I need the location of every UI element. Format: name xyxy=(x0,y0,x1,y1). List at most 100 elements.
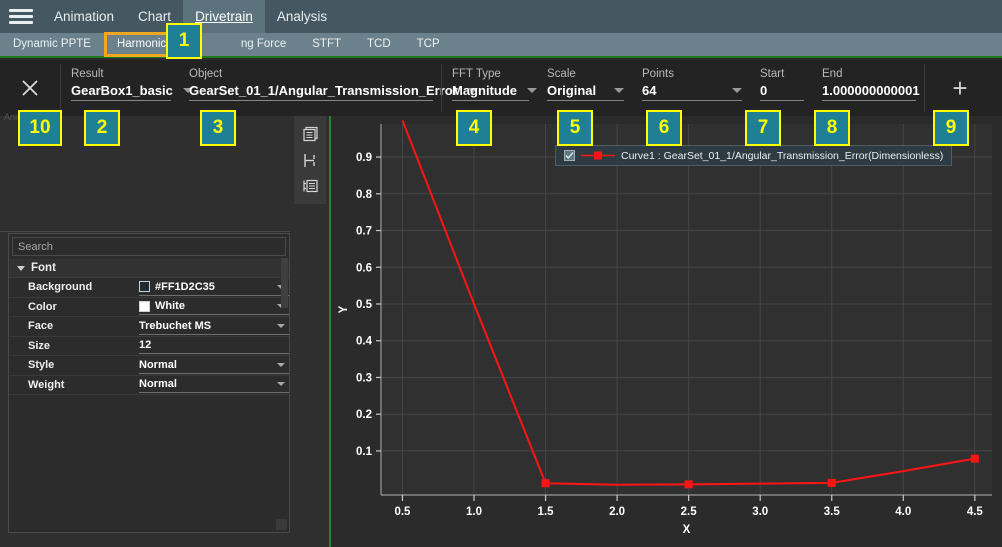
property-value: #FF1D2C35 xyxy=(155,281,215,293)
fft-type-selector[interactable]: FFT Type Magnitude xyxy=(442,60,537,101)
chevron-down-icon[interactable] xyxy=(277,324,285,328)
annotation-badge-1: 1 xyxy=(166,23,202,59)
end-label: End xyxy=(822,68,916,80)
start-label: Start xyxy=(760,68,804,80)
property-row-face[interactable]: Face Trebuchet MS xyxy=(9,317,289,337)
series-marker xyxy=(542,479,550,487)
plot-background xyxy=(381,124,992,495)
x-tick-label: 4.0 xyxy=(895,506,911,518)
y-tick-label: 0.2 xyxy=(356,409,372,421)
menu-item-analysis[interactable]: Analysis xyxy=(265,0,339,33)
x-tick-label: 2.0 xyxy=(609,506,625,518)
plus-icon: + xyxy=(952,75,967,101)
series-marker xyxy=(828,479,836,487)
property-name: Face xyxy=(9,320,139,332)
object-selector[interactable]: Object GearSet_01_1/Angular_Transmission… xyxy=(179,60,441,101)
scale-label: Scale xyxy=(547,68,624,80)
y-tick-label: 0.9 xyxy=(356,152,372,164)
legend-label: Curve1 : GearSet_01_1/Angular_Transmissi… xyxy=(621,150,943,162)
font-properties-grid: Search Font Background #FF1D2C35 Color W… xyxy=(8,233,290,533)
annotation-badge-9: 9 xyxy=(933,110,969,146)
chevron-down-icon xyxy=(614,88,624,93)
end-input[interactable]: End 1.000000000001 xyxy=(812,60,924,101)
annotation-badge-2: 2 xyxy=(84,110,120,146)
chart-plot[interactable]: 0.10.20.30.40.50.60.70.80.90.51.01.52.02… xyxy=(333,116,1002,547)
search-input[interactable]: Search xyxy=(12,237,286,256)
property-row-color[interactable]: Color White xyxy=(9,298,289,318)
resize-handle[interactable] xyxy=(276,519,287,530)
legend-list-icon[interactable] xyxy=(300,176,320,196)
annotation-badge-6: 6 xyxy=(646,110,682,146)
x-axis-title: X xyxy=(683,524,691,536)
property-row-weight[interactable]: Weight Normal xyxy=(9,376,289,396)
y-tick-label: 0.4 xyxy=(356,336,373,348)
property-value: Normal xyxy=(139,378,177,390)
check-icon xyxy=(565,151,574,160)
menu-bar: Animation Chart Drivetrain Analysis xyxy=(0,0,1002,33)
color-swatch[interactable] xyxy=(139,281,150,292)
chart-toolbar: Result GearBox1_basic Object GearSet_01_… xyxy=(0,60,1002,116)
y-tick-label: 0.8 xyxy=(356,189,373,201)
series-marker xyxy=(971,455,979,463)
property-row-style[interactable]: Style Normal xyxy=(9,356,289,376)
vertical-scrollbar[interactable] xyxy=(281,258,288,308)
y-tick-label: 0.3 xyxy=(356,372,372,384)
annotation-badge-3: 3 xyxy=(200,110,236,146)
x-tick-label: 1.0 xyxy=(466,506,482,518)
x-tick-label: 3.0 xyxy=(752,506,768,518)
chart-legend[interactable]: Curve1 : GearSet_01_1/Angular_Transmissi… xyxy=(555,145,952,166)
annotation-badge-10: 10 xyxy=(18,110,62,146)
end-value: 1.000000000001 xyxy=(822,83,920,98)
points-selector[interactable]: Points 64 xyxy=(632,60,750,101)
hamburger-menu-icon[interactable] xyxy=(0,0,42,33)
add-button[interactable]: + xyxy=(925,60,995,116)
legend-checkbox[interactable] xyxy=(564,150,575,161)
property-name: Size xyxy=(9,340,139,352)
split-axis-icon[interactable] xyxy=(300,150,320,170)
tab-stft[interactable]: STFT xyxy=(299,32,354,57)
tab-tcp[interactable]: TCP xyxy=(404,32,453,57)
series-marker xyxy=(685,480,693,488)
scale-selector[interactable]: Scale Original xyxy=(537,60,632,101)
object-value: GearSet_01_1/Angular_Transmission_Error xyxy=(189,83,458,98)
search-placeholder: Search xyxy=(18,241,53,253)
tab-bar: Dynamic PPTE Harmonic TE ng Force STFT T… xyxy=(0,33,1002,58)
start-input[interactable]: Start 0 xyxy=(750,60,812,101)
property-row-background[interactable]: Background #FF1D2C35 xyxy=(9,278,289,298)
close-x-icon xyxy=(20,78,40,98)
start-value: 0 xyxy=(760,83,767,98)
left-properties-panel: Anim Search Font Background #FF1D2C35 Co… xyxy=(0,116,331,547)
tab-bearing-force[interactable]: ng Force xyxy=(197,32,299,57)
y-tick-label: 0.1 xyxy=(356,446,373,458)
scale-value: Original xyxy=(547,83,596,98)
chevron-down-icon[interactable] xyxy=(277,363,285,367)
x-tick-label: 4.5 xyxy=(967,506,984,518)
annotation-badge-5: 5 xyxy=(557,110,593,146)
x-tick-label: 1.5 xyxy=(538,506,555,518)
points-label: Points xyxy=(642,68,742,80)
fft-type-value: Magnitude xyxy=(452,83,517,98)
chevron-down-icon xyxy=(732,88,742,93)
chart-panel: 0.10.20.30.40.50.60.70.80.90.51.01.52.02… xyxy=(333,116,1002,547)
y-tick-label: 0.5 xyxy=(356,299,373,311)
legend-series-symbol xyxy=(581,150,615,161)
fft-type-label: FFT Type xyxy=(452,68,529,80)
tab-tcd[interactable]: TCD xyxy=(354,32,404,57)
y-tick-label: 0.7 xyxy=(356,226,372,238)
color-swatch[interactable] xyxy=(139,301,150,312)
property-name: Background xyxy=(9,281,139,293)
property-row-size[interactable]: Size 12 xyxy=(9,337,289,357)
menu-item-animation[interactable]: Animation xyxy=(42,0,126,33)
x-tick-label: 0.5 xyxy=(394,506,411,518)
annotation-badge-8: 8 xyxy=(814,110,850,146)
tab-dynamic-ppte[interactable]: Dynamic PPTE xyxy=(0,32,104,57)
object-label: Object xyxy=(189,68,433,80)
property-name: Weight xyxy=(9,379,139,391)
copy-pages-icon[interactable] xyxy=(300,124,320,144)
result-selector[interactable]: Result GearBox1_basic xyxy=(61,60,179,101)
points-value: 64 xyxy=(642,83,656,98)
chevron-down-icon[interactable] xyxy=(277,382,285,386)
triangle-expanded-icon xyxy=(17,266,25,271)
property-group-font[interactable]: Font xyxy=(9,259,289,278)
close-button[interactable] xyxy=(0,60,60,116)
